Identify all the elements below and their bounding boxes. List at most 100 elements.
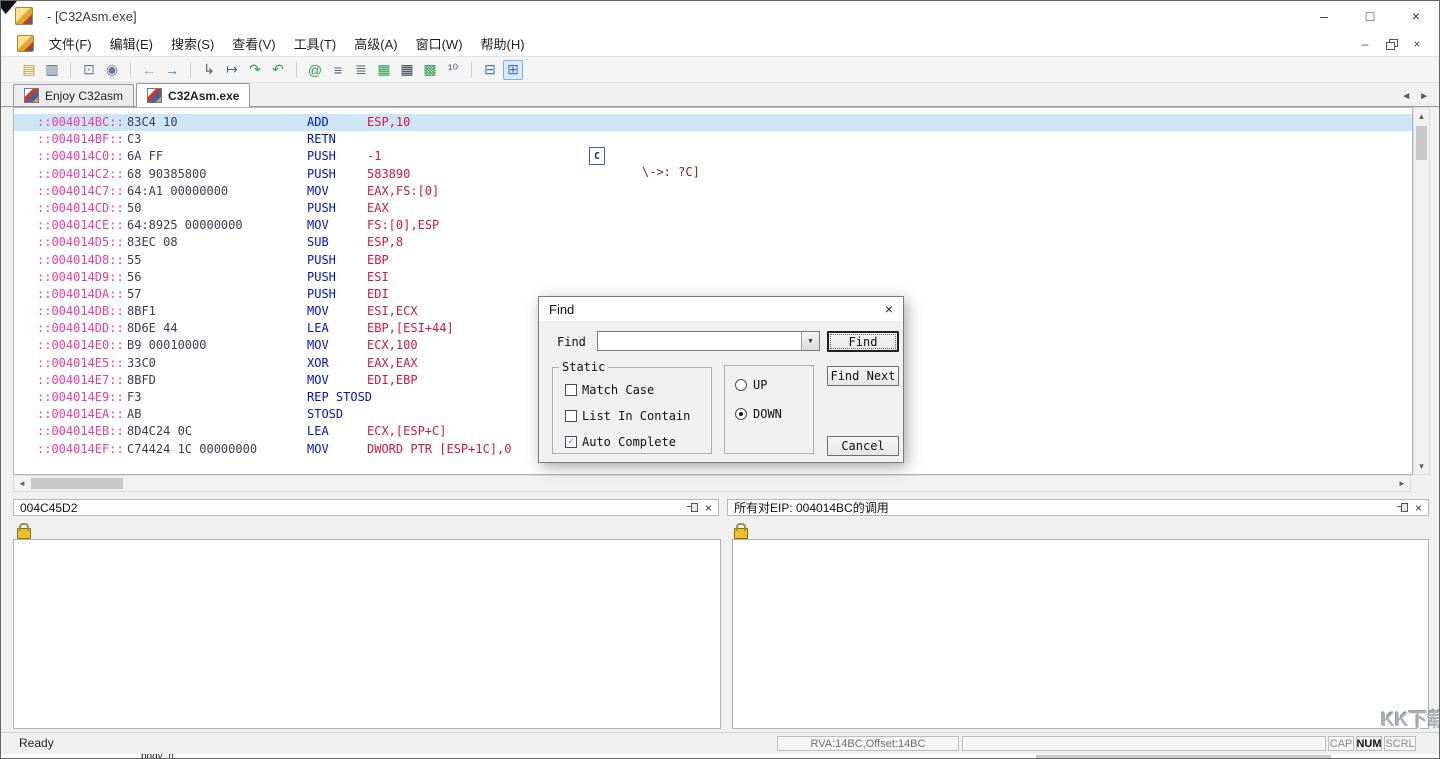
disasm-row[interactable]: ::004014C0::6A FFPUSH-1 (14, 148, 1412, 165)
hex-edit-icon[interactable]: ▦ (397, 60, 417, 80)
list-icon[interactable]: ≡ (328, 60, 348, 80)
opcode-bytes: 68 90385800 (127, 166, 307, 183)
address: ::004014EA:: (37, 406, 127, 423)
grid-icon[interactable]: ▩ (420, 60, 440, 80)
disasm-row[interactable]: ::004014D8::55PUSHEBP (14, 252, 1412, 269)
dock-right-close-icon[interactable]: × (1415, 501, 1422, 515)
close-button[interactable]: × (1393, 1, 1439, 31)
background-window-text: body_n (141, 754, 174, 759)
back-icon[interactable]: ← (139, 60, 159, 80)
vertical-scrollbar[interactable]: ▲ ▼ (1413, 107, 1430, 475)
status-caps-indicator: CAP (1328, 736, 1354, 751)
find-next-button[interactable]: Find Next (827, 366, 899, 386)
operands: 583890 (367, 167, 410, 181)
vertical-scrollbar-thumb[interactable] (1416, 126, 1427, 160)
dock-left-title: 004C45D2 (20, 501, 687, 515)
document-icon (17, 35, 34, 52)
binary-icon[interactable]: ¹⁰ (443, 60, 463, 80)
disasm-row[interactable]: ::004014BF::C3RETN (14, 131, 1412, 148)
mnemonic: PUSH (307, 286, 367, 303)
search-file-icon[interactable]: ◉ (102, 60, 122, 80)
menu-items: 文件(F)编辑(E)搜索(S)查看(V)工具(T)高级(A)窗口(W)帮助(H) (40, 34, 534, 53)
mnemonic: LEA (307, 320, 367, 337)
disasm-row[interactable]: ::004014C7::64:A1 00000000MOVEAX,FS:[0] (14, 183, 1412, 200)
cancel-button[interactable]: Cancel (827, 436, 899, 456)
tab-enjoy-c32asm[interactable]: Enjoy C32asm (13, 84, 134, 106)
maximize-button[interactable]: □ (1347, 1, 1393, 31)
jump-forward-icon[interactable]: ↷ (245, 60, 265, 80)
disasm-row[interactable]: ::004014CE::64:8925 00000000MOVFS:[0],ES… (14, 217, 1412, 234)
disasm-row[interactable]: ::004014D5::83EC 08SUBESP,8 (14, 234, 1412, 251)
radio-up[interactable]: UP (735, 378, 813, 391)
mdi-minimize-button[interactable]: – (1357, 36, 1373, 52)
references-panel-right[interactable] (732, 539, 1429, 729)
direction-radios: UP DOWN (735, 378, 813, 420)
mdi-close-button[interactable]: × (1409, 36, 1425, 52)
combo-dropdown-button[interactable]: ▼ (801, 332, 819, 350)
menu-view[interactable]: 查看(V) (223, 34, 284, 53)
disasm-row[interactable]: ::004014D9::56PUSHESI (14, 269, 1412, 286)
tab-scroll-right-icon[interactable]: ► (1419, 91, 1429, 102)
hex-view-icon[interactable]: ▦ (374, 60, 394, 80)
tab-c32asm-exe[interactable]: C32Asm.exe (136, 83, 250, 107)
operands: FS:[0],ESP (367, 218, 439, 232)
address: ::004014C0:: (37, 148, 127, 165)
scroll-down-icon[interactable]: ▼ (1414, 458, 1429, 474)
address: ::004014D5:: (37, 234, 127, 251)
find-input[interactable] (598, 332, 801, 350)
jump-back-icon[interactable]: ↶ (268, 60, 288, 80)
find-button[interactable]: Find (827, 331, 899, 352)
horizontal-scrollbar[interactable]: ◄ ► (13, 475, 1411, 492)
minimize-button[interactable]: – (1301, 1, 1347, 31)
tab-scroll-left-icon[interactable]: ◄ (1401, 91, 1411, 102)
disasm-row[interactable]: ::004014BC::83C4 10ADDESP,10 (14, 114, 1412, 131)
menu-file[interactable]: 文件(F) (40, 34, 101, 53)
checkbox-auto-complete[interactable]: ✓Auto Complete (565, 435, 711, 448)
find-label: Find (557, 335, 586, 349)
scroll-up-icon[interactable]: ▲ (1414, 108, 1429, 124)
horizontal-scrollbar-thumb[interactable] (31, 478, 123, 489)
save-icon[interactable]: ▥ (42, 60, 62, 80)
menu-search[interactable]: 搜索(S) (162, 34, 223, 53)
mdi-restore-button[interactable] (1383, 36, 1399, 52)
find-dialog-body: Find ▼ Find Static Match CaseList In Con… (539, 321, 903, 462)
dock-left-close-icon[interactable]: × (705, 501, 712, 515)
mnemonic: PUSH (307, 148, 367, 165)
open-icon[interactable]: ▤ (19, 60, 39, 80)
opcode-bytes: 56 (127, 269, 307, 286)
find-dialog-close-icon[interactable]: × (885, 301, 893, 317)
menu-help[interactable]: 帮助(H) (472, 34, 534, 53)
disasm-row[interactable]: ::004014C2::68 90385800PUSH583890 (14, 166, 1412, 183)
opcode-bytes: F3 (127, 389, 307, 406)
goto-end-icon[interactable]: ↦ (222, 60, 242, 80)
mnemonic: MOV (307, 372, 367, 389)
radio-down[interactable]: DOWN (735, 407, 813, 420)
status-bar: Ready RVA:14BC,Offset:14BC CAP NUM SCRL (1, 732, 1439, 754)
overlay-icon: C (589, 147, 605, 165)
menu-edit[interactable]: 编辑(E) (101, 34, 162, 53)
menu-tools[interactable]: 工具(T) (285, 34, 346, 53)
pin-icon[interactable] (687, 502, 698, 513)
scroll-left-icon[interactable]: ◄ (14, 476, 30, 491)
forward-icon[interactable]: → (162, 60, 182, 80)
checkbox-list-in-contain[interactable]: List In Contain (565, 409, 711, 422)
address-icon[interactable]: @ (305, 60, 325, 80)
disasm-row[interactable]: ::004014CD::50PUSHEAX (14, 200, 1412, 217)
split-vertical-icon[interactable]: ⊞ (503, 60, 523, 80)
pin-icon[interactable] (1397, 502, 1408, 513)
goto-icon[interactable]: ↳ (199, 60, 219, 80)
radio-label: DOWN (753, 407, 782, 421)
operands: ECX,100 (367, 338, 418, 352)
opcode-bytes: C74424 1C 00000000 (127, 441, 307, 458)
scroll-right-icon[interactable]: ► (1394, 476, 1410, 491)
copy-icon[interactable]: ⊡ (79, 60, 99, 80)
references-panel-left[interactable] (13, 539, 721, 729)
numbered-list-icon[interactable]: ≣ (351, 60, 371, 80)
checkbox-match-case[interactable]: Match Case (565, 383, 711, 396)
find-combobox[interactable]: ▼ (597, 331, 820, 351)
find-dialog-titlebar[interactable]: Find × (539, 297, 903, 321)
menu-advanced[interactable]: 高级(A) (345, 34, 406, 53)
menu-window[interactable]: 窗口(W) (407, 34, 472, 53)
mnemonic: REP STOSD (307, 389, 372, 406)
split-horizontal-icon[interactable]: ⊟ (480, 60, 500, 80)
